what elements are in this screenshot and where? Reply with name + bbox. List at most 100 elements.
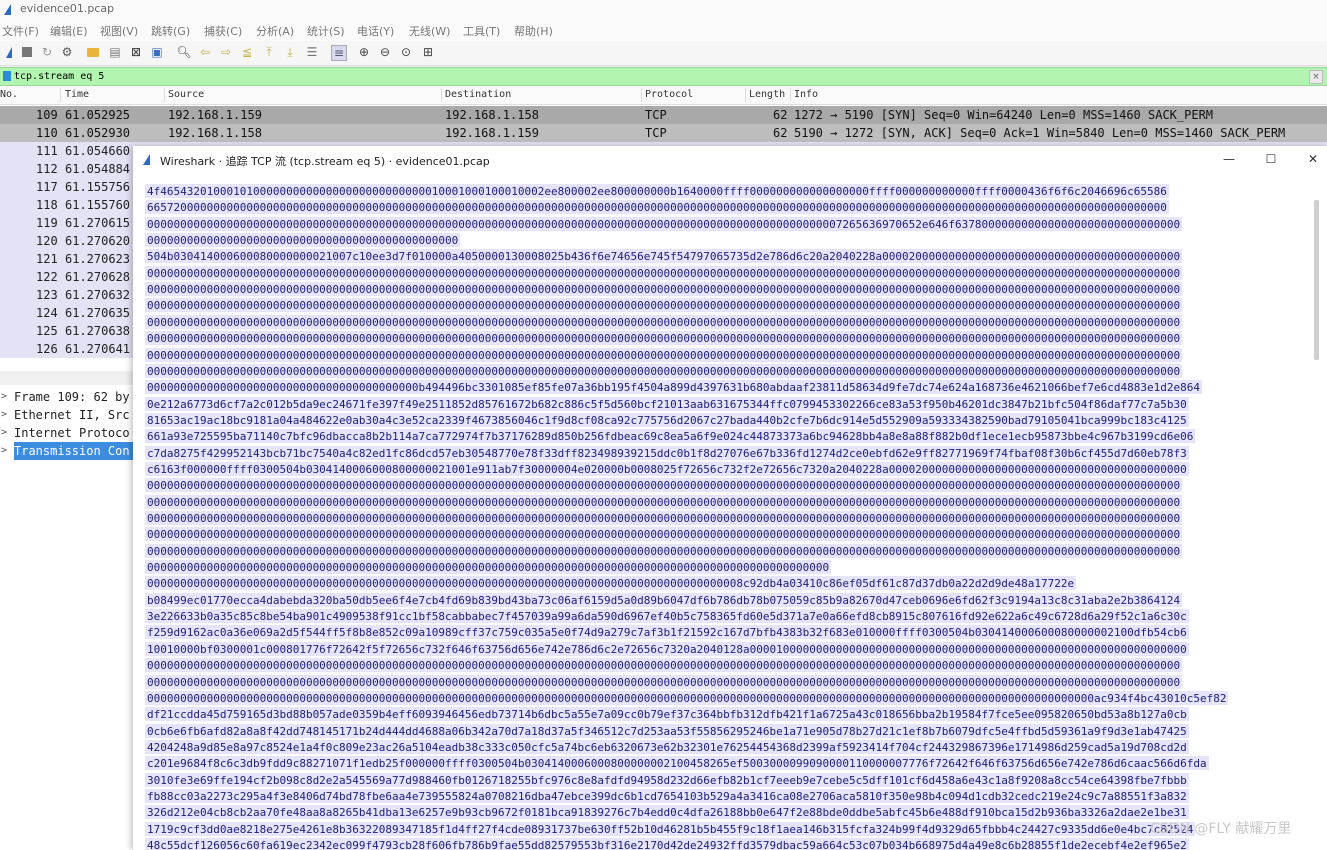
column-header-destination[interactable]: Destination — [445, 89, 511, 100]
expand-arrow-icon[interactable]: > — [1, 406, 7, 424]
window-title-bar: evidence01.pcap — [0, 0, 1327, 19]
packet-source: 192.168.1.158 — [168, 126, 262, 140]
stream-line: 0000000000000000000000000000000000000000… — [145, 298, 1183, 313]
packet-no: 120 — [36, 234, 58, 248]
detail-tcp[interactable]: > Transmission Con — [0, 442, 135, 460]
auto-scroll-icon[interactable]: ☰ — [305, 45, 319, 59]
packet-no: 110 — [36, 126, 58, 140]
menu-capture[interactable]: 捕获(C) — [204, 23, 242, 39]
stream-line: c6163f000000ffff0300504b0304140006000800… — [145, 461, 1189, 476]
column-header-no[interactable]: No. — [0, 89, 18, 100]
packet-time: 61.270620 — [65, 234, 131, 248]
menu-telephony[interactable]: 电话(Y) — [357, 23, 394, 39]
packet-time: 61.270615 — [65, 216, 131, 230]
packet-length: 62 — [773, 108, 788, 122]
wireshark-logo-icon — [143, 154, 150, 165]
stream-content[interactable]: 4f46543201000101000000000000000000000000… — [145, 184, 1305, 850]
close-file-icon[interactable]: ⊠ — [129, 45, 143, 59]
restart-icon[interactable]: ↻ — [40, 45, 54, 59]
packet-no: 112 — [36, 162, 58, 176]
stop-icon[interactable] — [20, 45, 34, 59]
menu-bar: 文件(F) 编辑(E) 视图(V) 跳转(G) 捕获(C) 分析(A) 统计(S… — [0, 19, 1327, 42]
window-title: evidence01.pcap — [20, 2, 115, 15]
column-header-source[interactable]: Source — [168, 89, 204, 100]
expand-arrow-icon[interactable]: > — [1, 424, 7, 442]
stream-line: 0000000000000000000000000000000000000000… — [145, 576, 1077, 591]
close-icon[interactable]: ✕ — [1306, 152, 1320, 166]
zoom-out-icon[interactable]: ⊖ — [378, 45, 392, 59]
reload-icon[interactable]: ▣ — [150, 45, 164, 59]
display-filter-bar: × — [0, 67, 1327, 86]
menu-statistics[interactable]: 统计(S) — [307, 23, 345, 39]
menu-wireless[interactable]: 无线(W) — [409, 23, 450, 39]
resize-columns-icon[interactable]: ⊞ — [421, 45, 435, 59]
column-header-time[interactable]: Time — [65, 89, 89, 100]
packet-time: 61.270635 — [65, 306, 131, 320]
vertical-scrollbar[interactable] — [1314, 200, 1319, 360]
go-first-icon[interactable]: ⤒ — [262, 45, 276, 59]
go-forward-icon[interactable]: ⇨ — [219, 45, 233, 59]
save-icon[interactable]: ▤ — [108, 45, 122, 59]
bookmark-icon[interactable] — [3, 71, 11, 81]
expand-arrow-icon[interactable]: > — [1, 442, 7, 460]
zoom-in-icon[interactable]: ⊕ — [357, 45, 371, 59]
go-last-icon[interactable]: ⤓ — [283, 45, 297, 59]
stream-line: 48c55dcf126056c60fa619ec2342ec099f4793cb… — [145, 838, 1189, 850]
dialog-title: Wireshark · 追踪 TCP 流 (tcp.stream eq 5) ·… — [160, 155, 490, 168]
open-folder-icon[interactable] — [86, 45, 100, 59]
packet-time: 61.054660 — [65, 144, 131, 158]
colorize-icon[interactable]: ≡ — [331, 45, 347, 61]
column-header-length[interactable]: Length — [749, 89, 785, 100]
packet-time: 61.054884 — [65, 162, 131, 176]
menu-file[interactable]: 文件(F) — [2, 23, 39, 39]
stream-line: 0000000000000000000000000000000000000000… — [145, 478, 1183, 493]
pane-splitter[interactable] — [0, 371, 135, 385]
stream-line: 0000000000000000000000000000000000000000… — [145, 560, 832, 575]
detail-label: Frame 109: 62 by — [14, 390, 130, 404]
maximize-icon[interactable]: ☐ — [1264, 152, 1278, 166]
detail-ip[interactable]: > Internet Protoco — [0, 424, 135, 442]
menu-go[interactable]: 跳转(G) — [151, 23, 190, 39]
expand-arrow-icon[interactable]: > — [1, 388, 7, 406]
stream-line: 326d212e04cb8cb2aa70fe48aa8a8265b41dba13… — [145, 805, 1189, 820]
menu-edit[interactable]: 编辑(E) — [50, 23, 88, 39]
capture-options-icon[interactable]: ⚙ — [60, 45, 74, 59]
menu-view[interactable]: 视图(V) — [100, 23, 138, 39]
stream-line: 0000000000000000000000000000000000000000… — [145, 363, 1183, 378]
packet-protocol: TCP — [645, 126, 667, 140]
packet-time: 61.270623 — [65, 252, 131, 266]
go-to-packet-icon[interactable]: ≦ — [240, 45, 254, 59]
stream-line: c7da8275f429952143bcb71bc7540a4c82ed1fc8… — [145, 445, 1189, 460]
packet-no: 126 — [36, 342, 58, 356]
column-header-info[interactable]: Info — [794, 89, 818, 100]
detail-ethernet[interactable]: > Ethernet II, Src — [0, 406, 135, 424]
stream-line: 0000000000000000000000000000000000000000… — [145, 265, 1183, 280]
packet-info: 5190 → 1272 [SYN, ACK] Seq=0 Ack=1 Win=5… — [794, 126, 1286, 140]
menu-analyze[interactable]: 分析(A) — [256, 23, 294, 39]
detail-frame[interactable]: > Frame 109: 62 by — [0, 388, 135, 406]
stream-line: 0e212a6773d6cf7a2c012b5da9ec24671fe397f4… — [145, 396, 1189, 411]
stream-line: 0000000000000000000000000000000000000000… — [145, 380, 1202, 395]
shark-fin-start-icon[interactable] — [2, 45, 16, 59]
find-icon[interactable]: 🔍︎ — [176, 45, 191, 59]
menu-tools[interactable]: 工具(T) — [463, 23, 500, 39]
packet-no: 118 — [36, 198, 58, 212]
packet-row[interactable]: 109 61.052925 192.168.1.159 192.168.1.15… — [0, 106, 1327, 124]
packet-time: 61.270641 — [65, 342, 131, 356]
display-filter-input[interactable] — [14, 68, 1304, 84]
packet-length: 62 — [773, 126, 788, 140]
stream-line: 0000000000000000000000000000000000000000… — [145, 690, 1229, 705]
minimize-icon[interactable]: — — [1222, 152, 1236, 166]
menu-help[interactable]: 帮助(H) — [514, 23, 553, 39]
packet-no: 121 — [36, 252, 58, 266]
zoom-reset-icon[interactable]: ⊙ — [399, 45, 413, 59]
clear-filter-icon[interactable]: × — [1309, 70, 1323, 84]
packet-no: 123 — [36, 288, 58, 302]
stream-line: 81653ac19ac18bc9181a04a484622e0ab30a4c3e… — [145, 412, 1189, 427]
go-back-icon[interactable]: ⇦ — [198, 45, 212, 59]
stream-line: fb88cc03a2273c295a4f3e8406d74bd78fbe6aa4… — [145, 788, 1189, 803]
packet-time: 61.155760 — [65, 198, 131, 212]
column-header-protocol[interactable]: Protocol — [645, 89, 693, 100]
packet-time: 61.270638 — [65, 324, 131, 338]
packet-row[interactable]: 110 61.052930 192.168.1.158 192.168.1.15… — [0, 124, 1327, 142]
